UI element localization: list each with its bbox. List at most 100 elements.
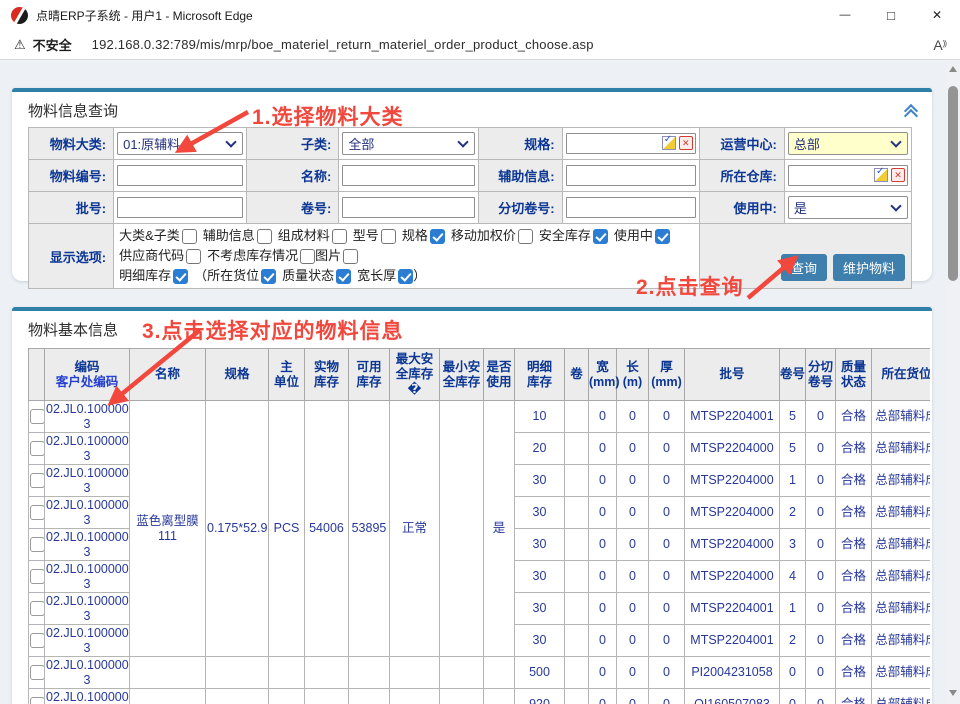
in-use-label: 使用中: bbox=[699, 192, 784, 224]
row-checkbox[interactable] bbox=[30, 409, 45, 424]
option-checkbox[interactable] bbox=[336, 269, 351, 284]
query-panel-title: 物料信息查询 bbox=[28, 100, 118, 121]
subcategory-select[interactable]: 全部 bbox=[342, 132, 475, 155]
scroll-up-icon[interactable] bbox=[949, 66, 957, 72]
batch-input[interactable] bbox=[117, 197, 243, 218]
maximize-button[interactable] bbox=[868, 0, 914, 30]
table-row[interactable]: 02.JL0.1000003 920000OI16050708300合格总部辅料… bbox=[29, 689, 931, 704]
material-spec: 0.175*52.9 bbox=[206, 401, 269, 657]
row-checkbox[interactable] bbox=[30, 601, 45, 616]
annotation-step3: 3.点击选择对应的物料信息 bbox=[142, 315, 404, 345]
option-checkbox[interactable] bbox=[186, 249, 201, 264]
window-titlebar: 点晴ERP子系统 - 用户1 - Microsoft Edge bbox=[0, 0, 960, 30]
scroll-down-icon[interactable] bbox=[949, 690, 957, 696]
url-text[interactable]: 192.168.0.32:789/mis/mrp/boe_materiel_re… bbox=[92, 37, 594, 52]
collapse-panel-icon[interactable] bbox=[906, 106, 916, 116]
material-category-label: 物料大类: bbox=[29, 128, 114, 160]
row-checkbox[interactable] bbox=[30, 537, 45, 552]
row-checkbox[interactable] bbox=[30, 697, 45, 704]
chevron-down-icon bbox=[890, 200, 901, 211]
read-aloud-icon[interactable]: A bbox=[933, 37, 946, 53]
window-title: 点晴ERP子系统 - 用户1 - Microsoft Edge bbox=[36, 7, 253, 24]
customer-code-header: 客户处编码 bbox=[45, 375, 129, 390]
option-checkbox[interactable] bbox=[173, 269, 188, 284]
page-scrollbar[interactable] bbox=[946, 60, 960, 704]
option-checkbox[interactable] bbox=[398, 269, 413, 284]
split-roll-label: 分切卷号: bbox=[479, 192, 562, 224]
query-panel: 物料信息查询 物料大类: 01:原辅料 子类: 全部 规格: 运营中心: 总部 … bbox=[12, 88, 932, 281]
results-table: 编码客户处编码 名称 规格 主单位 实物库存 可用库存 最大安全库存� 最小安全… bbox=[28, 348, 930, 704]
spec-label: 规格: bbox=[479, 128, 562, 160]
in-use-flag: 是 bbox=[484, 401, 515, 657]
material-no-input[interactable] bbox=[117, 165, 243, 186]
row-checkbox[interactable] bbox=[30, 441, 45, 456]
option-checkbox[interactable] bbox=[518, 229, 533, 244]
roll-no-input[interactable] bbox=[342, 197, 475, 218]
aux-info-input[interactable] bbox=[566, 165, 696, 186]
subcategory-label: 子类: bbox=[247, 128, 339, 160]
option-checkbox[interactable] bbox=[655, 229, 670, 244]
security-label: 不安全 bbox=[33, 35, 72, 54]
table-row[interactable]: 02.JL0.1000003 蓝色离型膜111 0.175*52.9 PCS 5… bbox=[29, 401, 931, 433]
page-viewport: 物料信息查询 物料大类: 01:原辅料 子类: 全部 规格: 运营中心: 总部 … bbox=[0, 60, 960, 704]
window-controls bbox=[822, 0, 960, 30]
material-unit: PCS bbox=[269, 401, 305, 657]
operation-center-select[interactable]: 总部 bbox=[788, 132, 908, 155]
row-checkbox[interactable] bbox=[30, 473, 45, 488]
aux-info-label: 辅助信息: bbox=[479, 160, 562, 192]
warning-triangle-icon bbox=[0, 36, 33, 54]
material-no-label: 物料编号: bbox=[29, 160, 114, 192]
roll-no-label: 卷号: bbox=[247, 192, 339, 224]
chevron-down-icon bbox=[458, 136, 469, 147]
max-safe-stock: 正常 bbox=[390, 401, 440, 657]
results-panel-title: 物料基本信息 bbox=[28, 319, 118, 340]
display-options: 大类&子类辅助信息组成材料型号规格移动加权价安全库存使用中供应商代码不考虑库存情… bbox=[114, 224, 700, 289]
results-table-wrap: 编码客户处编码 名称 规格 主单位 实物库存 可用库存 最大安全库存� 最小安全… bbox=[28, 348, 930, 704]
option-checkbox[interactable] bbox=[182, 229, 197, 244]
option-checkbox[interactable] bbox=[593, 229, 608, 244]
split-roll-input[interactable] bbox=[566, 197, 696, 218]
batch-label: 批号: bbox=[29, 192, 114, 224]
material-name: 蓝色离型膜111 bbox=[130, 401, 206, 657]
row-checkbox[interactable] bbox=[30, 569, 45, 584]
material-category-select[interactable]: 01:原辅料 bbox=[117, 132, 243, 155]
display-options-label: 显示选项: bbox=[29, 224, 114, 289]
option-checkbox[interactable] bbox=[300, 249, 315, 264]
chevron-down-icon bbox=[890, 136, 901, 147]
picker-icon[interactable] bbox=[874, 168, 888, 182]
name-input[interactable] bbox=[342, 165, 475, 186]
query-button[interactable]: 查询 bbox=[781, 254, 827, 281]
available-stock: 53895 bbox=[349, 401, 390, 657]
row-checkbox[interactable] bbox=[30, 665, 45, 680]
maintain-material-button[interactable]: 维护物料 bbox=[833, 254, 905, 281]
operation-center-label: 运营中心: bbox=[699, 128, 784, 160]
results-header-row: 编码客户处编码 名称 规格 主单位 实物库存 可用库存 最大安全库存� 最小安全… bbox=[29, 349, 931, 401]
option-checkbox[interactable] bbox=[381, 229, 396, 244]
query-form: 物料大类: 01:原辅料 子类: 全部 规格: 运营中心: 总部 物料编号: 名… bbox=[28, 127, 912, 289]
row-checkbox[interactable] bbox=[30, 633, 45, 648]
close-button[interactable] bbox=[914, 0, 960, 30]
material-code: 02.JL0.1000003 bbox=[45, 401, 130, 433]
scrollbar-thumb[interactable] bbox=[948, 86, 958, 281]
option-checkbox[interactable] bbox=[430, 229, 445, 244]
address-bar[interactable]: 不安全 192.168.0.32:789/mis/mrp/boe_materie… bbox=[0, 30, 960, 60]
option-checkbox[interactable] bbox=[257, 229, 272, 244]
physical-stock: 54006 bbox=[305, 401, 349, 657]
option-checkbox[interactable] bbox=[343, 249, 358, 264]
annotation-step2: 2.点击查询 bbox=[636, 271, 744, 301]
name-label: 名称: bbox=[247, 160, 339, 192]
option-checkbox[interactable] bbox=[332, 229, 347, 244]
option-checkbox[interactable] bbox=[261, 269, 276, 284]
minimize-button[interactable] bbox=[822, 0, 868, 30]
clear-icon[interactable] bbox=[679, 136, 693, 150]
results-panel: 物料基本信息 编码客户处编码 名称 规格 主单位 实物库存 可用库存 最大安全库… bbox=[12, 307, 932, 704]
picker-icon[interactable] bbox=[662, 136, 676, 150]
clear-icon[interactable] bbox=[891, 168, 905, 182]
min-safe-stock bbox=[440, 401, 484, 657]
warehouse-label: 所在仓库: bbox=[699, 160, 784, 192]
in-use-select[interactable]: 是 bbox=[788, 196, 908, 219]
app-favicon-icon bbox=[11, 7, 28, 24]
table-row[interactable]: 02.JL0.1000003 500000PI200423105800合格总部辅… bbox=[29, 657, 931, 689]
annotation-step1: 1.选择物料大类 bbox=[252, 101, 404, 131]
row-checkbox[interactable] bbox=[30, 505, 45, 520]
